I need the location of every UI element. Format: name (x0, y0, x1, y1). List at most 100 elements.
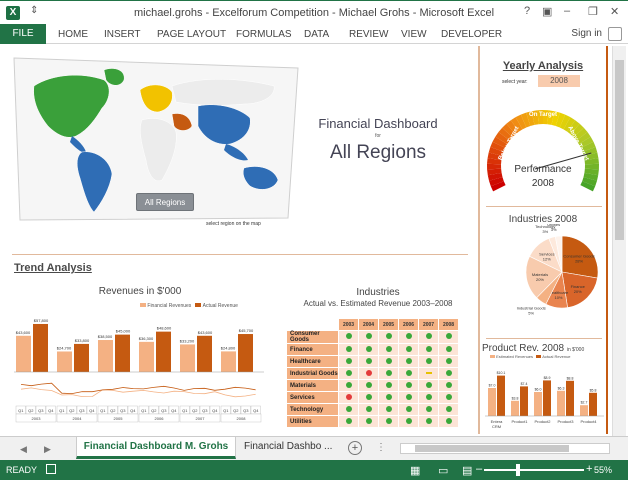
tab-page-layout[interactable]: PAGE LAYOUT (157, 29, 226, 40)
page-layout-view-icon[interactable]: ▭ (438, 464, 448, 477)
revenue-bar-chart: $43,600 $57,800 Q1 Q2 Q3 Q4 2003 $24,700$33,800… (14, 318, 264, 423)
prev-sheet-icon[interactable]: ◀ (20, 444, 27, 455)
table-header-2003: 2003 (338, 318, 359, 331)
horizontal-scroll-thumb[interactable] (415, 445, 569, 452)
quarter-label: Q4 (171, 408, 177, 413)
vertical-scroll-thumb[interactable] (615, 60, 624, 240)
status-green-icon (425, 405, 432, 412)
normal-view-icon[interactable]: ▦ (410, 464, 420, 477)
status-green-icon (365, 417, 372, 424)
label-financial-2004: $24,700 (57, 345, 72, 350)
zoom-slider-knob[interactable] (516, 464, 520, 476)
quarter-label: Q3 (243, 408, 249, 413)
status-green-icon (345, 345, 352, 352)
table-header-2008: 2008 (438, 318, 459, 331)
year-selector[interactable]: 2008 (538, 75, 580, 87)
bar-financial-2005 (98, 340, 113, 372)
performance-label: Performance (514, 164, 572, 175)
quarter-label: Q3 (79, 408, 85, 413)
minimize-button[interactable]: – (564, 5, 570, 17)
sheet-tab-dashboard[interactable]: Financial Dashboard M. Grohs (76, 437, 236, 459)
all-regions-button[interactable]: All Regions (136, 193, 194, 211)
avatar[interactable] (608, 27, 622, 41)
status-green-icon (445, 357, 452, 364)
status-cell (378, 391, 399, 404)
status-green-icon (385, 357, 392, 364)
tab-developer[interactable]: DEVELOPER (441, 29, 502, 40)
status-yellow-icon (425, 371, 432, 374)
tab-home[interactable]: HOME (58, 29, 88, 40)
bar-financial-2003 (16, 335, 31, 372)
status-green-icon (445, 333, 452, 339)
quarter-label: Q1 (223, 408, 229, 413)
status-green-icon (345, 333, 352, 339)
close-button[interactable]: ✕ (610, 5, 619, 18)
performance-year: 2008 (531, 178, 555, 189)
pie-label-percent: 20% (574, 289, 582, 294)
product-bar-actual (566, 380, 574, 416)
product-revenue-title-text: Product Rev. 2008 (482, 343, 565, 354)
vertical-scrollbar[interactable] (612, 46, 626, 436)
year-label-2004: 2004 (73, 416, 83, 421)
restore-button[interactable]: ❐ (588, 5, 598, 18)
status-cell (438, 343, 459, 356)
tab-view[interactable]: VIEW (401, 29, 427, 40)
product-bar-actual (497, 375, 505, 416)
status-cell (418, 343, 439, 356)
status-green-icon (405, 393, 412, 400)
add-sheet-button[interactable]: + (348, 441, 362, 455)
status-cell (358, 367, 379, 380)
status-cell (438, 330, 459, 344)
dashboard-for-label: for (375, 133, 381, 139)
industries-subtitle: Actual vs. Estimated Revenue 2003–2008 (303, 299, 453, 308)
status-green-icon (385, 393, 392, 400)
zoom-level[interactable]: 55% (594, 465, 612, 475)
macro-record-icon[interactable] (46, 464, 56, 474)
help-button[interactable]: ? (524, 5, 530, 17)
sign-in-link[interactable]: Sign in (571, 28, 602, 39)
status-bar: READY ▦ ▭ ▤ – + 55% (0, 460, 628, 480)
ribbon-display-button[interactable]: ▣ (542, 5, 552, 18)
tab-review[interactable]: REVIEW (349, 29, 388, 40)
table-row: Industrial Goods (286, 367, 459, 380)
status-green-icon (425, 345, 432, 352)
page-break-view-icon[interactable]: ▤ (462, 464, 472, 477)
table-header-2007: 2007 (418, 318, 439, 331)
table-row: Utilities (286, 415, 459, 428)
next-sheet-icon[interactable]: ▶ (44, 444, 51, 455)
quarter-label: Q4 (48, 408, 54, 413)
zoom-slider[interactable] (484, 469, 584, 471)
label-financial-2006: $36,300 (139, 336, 154, 341)
table-row: Materials (286, 379, 459, 392)
status-green-icon (405, 357, 412, 364)
status-cell (418, 391, 439, 404)
tab-formulas[interactable]: FORMULAS (236, 29, 292, 40)
map-region-russia (171, 78, 275, 106)
zoom-in-icon[interactable]: + (586, 463, 592, 475)
pie-label-percent: 5% (528, 310, 534, 315)
product-label-estimated: $6.0 (535, 388, 542, 392)
tab-insert[interactable]: INSERT (104, 29, 141, 40)
product-label-actual: $8.8 (567, 376, 574, 380)
quarter-label: Q1 (100, 408, 106, 413)
product-bar-estimated (511, 400, 519, 416)
status-cell (398, 391, 419, 404)
industry-label: Finance (286, 343, 339, 356)
tab-file[interactable]: FILE (0, 24, 46, 44)
scroll-menu-icon[interactable]: ⋮ (376, 442, 386, 453)
year-label-2008: 2008 (237, 416, 247, 421)
bar-actual-2003 (33, 323, 48, 372)
status-cell (378, 415, 399, 428)
year-label-2006: 2006 (155, 416, 165, 421)
yearly-analysis-title: Yearly Analysis (502, 60, 584, 72)
status-cell (418, 415, 439, 428)
sheet-tab-dashboard-2[interactable]: Financial Dashbo ... (244, 441, 332, 452)
label-actual-2004: $33,800 (75, 338, 90, 343)
industry-label: Healthcare (286, 355, 339, 368)
product-name: Product2 (534, 419, 551, 424)
quarter-label: Q3 (161, 408, 167, 413)
zoom-out-icon[interactable]: – (476, 463, 482, 475)
product-name: Product1 (511, 419, 528, 424)
tab-data[interactable]: DATA (304, 29, 329, 40)
horizontal-scrollbar[interactable] (400, 443, 610, 454)
